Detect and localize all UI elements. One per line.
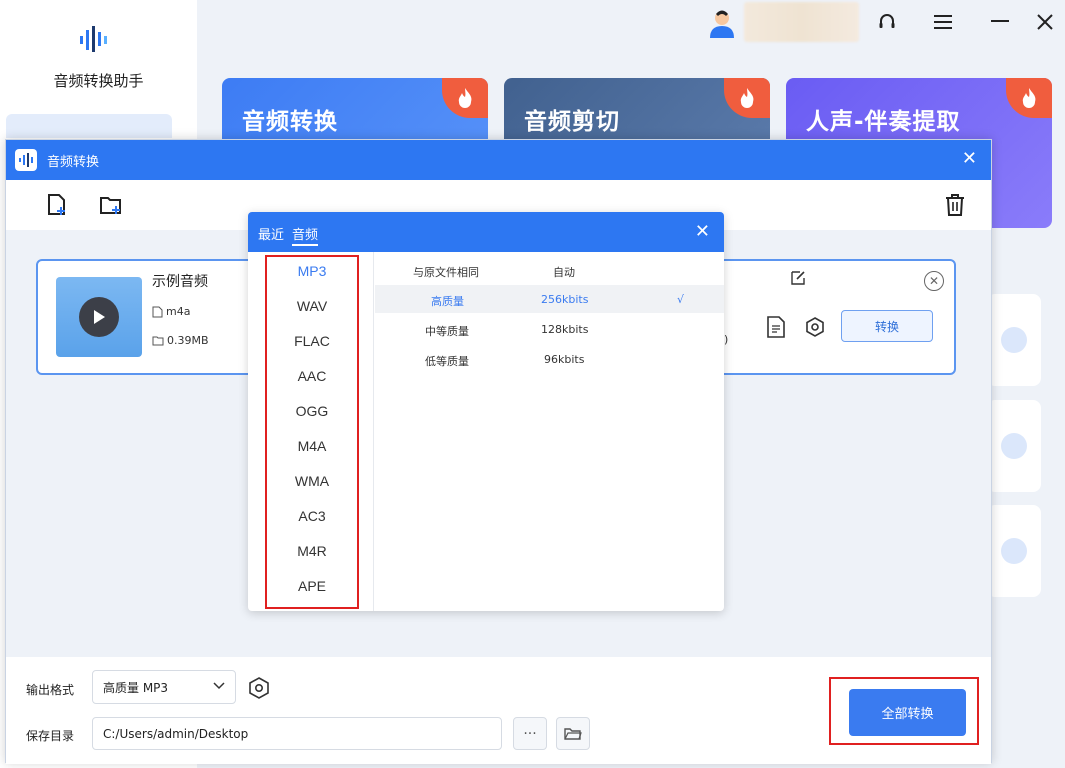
menu-icon[interactable] <box>931 10 955 34</box>
format-item-ogg[interactable]: OGG <box>267 403 357 419</box>
format-picker-popup: 最近 音频 ✕ MP3 WAV FLAC AAC OGG M4A WMA AC3… <box>248 212 724 611</box>
app-name: 音频转换助手 <box>53 72 144 90</box>
edit-icon[interactable] <box>790 270 806 286</box>
file-type-icon <box>152 306 163 317</box>
format-item-flac[interactable]: FLAC <box>267 333 357 349</box>
fire-icon <box>1006 78 1052 118</box>
trash-icon[interactable] <box>942 192 968 218</box>
format-item-ac3[interactable]: AC3 <box>267 508 357 524</box>
quality-bitrate: 128kbits <box>541 323 589 336</box>
output-format-label: 输出格式 <box>26 683 75 697</box>
checkmark-icon: √ <box>677 293 685 306</box>
quality-row[interactable]: 中等质量 128kbits <box>375 315 724 343</box>
tool-icon <box>1001 327 1027 353</box>
tab-recent[interactable]: 最近 <box>258 224 284 243</box>
format-settings-icon[interactable] <box>248 677 270 699</box>
format-item-m4r[interactable]: M4R <box>267 543 357 559</box>
audio-thumbnail <box>56 277 142 357</box>
tool-icon <box>1001 538 1027 564</box>
format-list: MP3 WAV FLAC AAC OGG M4A WMA AC3 M4R APE <box>265 255 359 609</box>
quality-row[interactable]: 高质量 256kbits √ <box>375 285 724 313</box>
fire-icon <box>442 78 488 118</box>
open-folder-button[interactable] <box>556 717 590 750</box>
sidebar-item-selected[interactable] <box>6 114 172 138</box>
quality-name: 中等质量 <box>425 325 469 338</box>
format-item-m4a[interactable]: M4A <box>267 438 357 454</box>
tab-audio[interactable]: 音频 <box>292 224 319 246</box>
add-file-icon[interactable] <box>44 192 70 218</box>
feature-card-title: 音频转换 <box>242 109 338 135</box>
format-item-mp3[interactable]: MP3 <box>267 263 357 279</box>
file-format: m4a <box>166 305 191 318</box>
popup-divider <box>373 252 374 611</box>
side-tool-tile[interactable] <box>987 294 1041 386</box>
document-icon[interactable] <box>766 315 786 339</box>
chevron-down-icon <box>213 682 225 690</box>
output-format-select[interactable]: 高质量 MP3 <box>92 670 236 704</box>
remove-file-icon[interactable]: ✕ <box>924 271 944 291</box>
dialog-title-bar: 音频转换 ✕ <box>6 140 991 180</box>
minimize-icon[interactable] <box>988 10 1012 34</box>
quality-bitrate: 96kbits <box>544 353 585 366</box>
dialog-title: 音频转换 <box>47 155 100 170</box>
format-picker-header: 最近 音频 ✕ <box>248 212 724 252</box>
tool-icon <box>1001 433 1027 459</box>
save-dir-input[interactable]: C:/Users/admin/Desktop <box>92 717 502 750</box>
feature-card-title: 音频剪切 <box>524 109 620 135</box>
format-item-wma[interactable]: WMA <box>267 473 357 489</box>
fire-icon <box>724 78 770 118</box>
convert-button[interactable]: 转换 <box>841 310 933 342</box>
side-tool-tile[interactable] <box>987 505 1041 597</box>
file-size: 0.39MB <box>167 334 209 347</box>
folder-open-icon <box>564 727 582 740</box>
format-item-aac[interactable]: AAC <box>267 368 357 384</box>
play-icon[interactable] <box>79 297 119 337</box>
format-item-ape[interactable]: APE <box>267 578 357 594</box>
user-name-blurred <box>744 2 859 42</box>
file-size-meta: 0.39MB <box>152 334 209 347</box>
save-dir-label: 保存目录 <box>26 729 75 743</box>
quality-bitrate: 256kbits <box>541 293 589 306</box>
side-tool-tile[interactable] <box>987 400 1041 492</box>
quality-same-as-source[interactable]: 与原文件相同 <box>413 264 479 280</box>
quality-row[interactable]: 低等质量 96kbits <box>375 345 724 373</box>
settings-icon[interactable] <box>805 317 825 337</box>
dialog-close-icon[interactable]: ✕ <box>962 148 977 169</box>
headset-icon[interactable] <box>875 10 899 34</box>
quality-auto[interactable]: 自动 <box>553 264 575 280</box>
file-name: 示例音频 <box>152 274 208 290</box>
user-avatar-icon[interactable] <box>708 8 736 38</box>
add-folder-icon[interactable] <box>98 192 124 218</box>
quality-name: 低等质量 <box>425 355 469 368</box>
close-icon[interactable] <box>1033 10 1057 34</box>
file-format-meta: m4a <box>152 305 190 318</box>
format-item-wav[interactable]: WAV <box>267 298 357 314</box>
popup-close-icon[interactable]: ✕ <box>695 221 710 242</box>
output-format-value: 高质量 MP3 <box>103 680 169 695</box>
feature-card-title: 人声-伴奏提取 <box>806 109 961 135</box>
more-options-button[interactable]: ··· <box>513 717 547 750</box>
app-logo-icon <box>15 149 37 171</box>
folder-icon <box>152 336 164 346</box>
highlight-box-convert-all <box>829 677 979 745</box>
app-logo-icon <box>80 26 107 52</box>
quality-name: 高质量 <box>431 295 464 308</box>
output-info-tail: ) <box>724 333 729 346</box>
